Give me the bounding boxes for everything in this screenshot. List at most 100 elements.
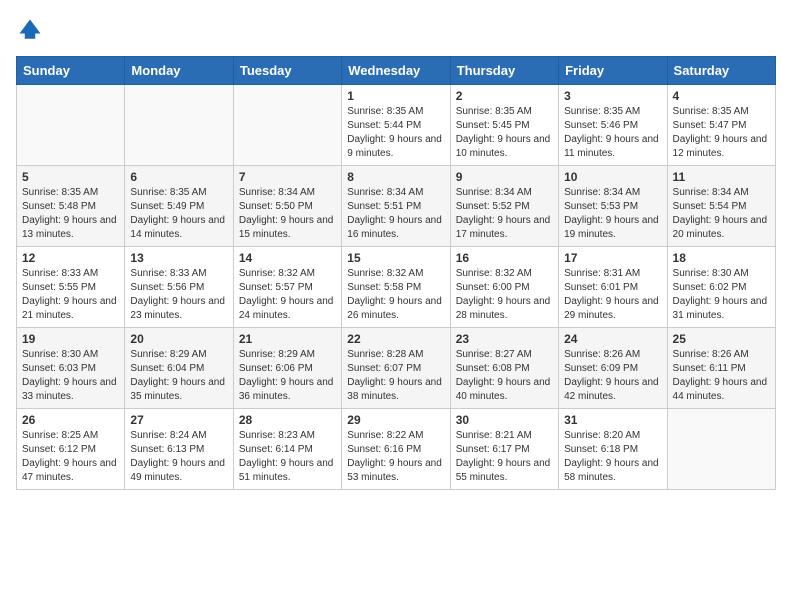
day-info: Sunrise: 8:35 AMSunset: 5:48 PMDaylight:… bbox=[22, 186, 119, 242]
calendar-week-row: 19 Sunrise: 8:30 AMSunset: 6:03 PMDaylig… bbox=[17, 328, 776, 409]
day-number: 7 bbox=[239, 170, 336, 184]
day-number: 22 bbox=[347, 332, 444, 346]
day-info: Sunrise: 8:35 AMSunset: 5:46 PMDaylight:… bbox=[564, 105, 661, 161]
day-number: 14 bbox=[239, 251, 336, 265]
day-info: Sunrise: 8:26 AMSunset: 6:09 PMDaylight:… bbox=[564, 348, 661, 404]
day-info: Sunrise: 8:20 AMSunset: 6:18 PMDaylight:… bbox=[564, 429, 661, 485]
calendar-cell: 23 Sunrise: 8:27 AMSunset: 6:08 PMDaylig… bbox=[450, 328, 558, 409]
day-info: Sunrise: 8:32 AMSunset: 5:57 PMDaylight:… bbox=[239, 267, 336, 323]
day-number: 17 bbox=[564, 251, 661, 265]
day-info: Sunrise: 8:30 AMSunset: 6:03 PMDaylight:… bbox=[22, 348, 119, 404]
day-number: 26 bbox=[22, 413, 119, 427]
day-number: 12 bbox=[22, 251, 119, 265]
calendar-cell bbox=[233, 85, 341, 166]
calendar-cell: 22 Sunrise: 8:28 AMSunset: 6:07 PMDaylig… bbox=[342, 328, 450, 409]
weekday-header-sunday: Sunday bbox=[17, 57, 125, 85]
day-number: 19 bbox=[22, 332, 119, 346]
calendar-cell: 11 Sunrise: 8:34 AMSunset: 5:54 PMDaylig… bbox=[667, 166, 775, 247]
calendar-cell: 1 Sunrise: 8:35 AMSunset: 5:44 PMDayligh… bbox=[342, 85, 450, 166]
calendar-cell: 27 Sunrise: 8:24 AMSunset: 6:13 PMDaylig… bbox=[125, 409, 233, 490]
day-number: 21 bbox=[239, 332, 336, 346]
calendar-week-row: 1 Sunrise: 8:35 AMSunset: 5:44 PMDayligh… bbox=[17, 85, 776, 166]
calendar-cell: 25 Sunrise: 8:26 AMSunset: 6:11 PMDaylig… bbox=[667, 328, 775, 409]
calendar-cell: 13 Sunrise: 8:33 AMSunset: 5:56 PMDaylig… bbox=[125, 247, 233, 328]
day-number: 16 bbox=[456, 251, 553, 265]
calendar-cell: 20 Sunrise: 8:29 AMSunset: 6:04 PMDaylig… bbox=[125, 328, 233, 409]
calendar-cell bbox=[667, 409, 775, 490]
weekday-header-wednesday: Wednesday bbox=[342, 57, 450, 85]
weekday-header-monday: Monday bbox=[125, 57, 233, 85]
calendar-cell bbox=[125, 85, 233, 166]
day-info: Sunrise: 8:35 AMSunset: 5:45 PMDaylight:… bbox=[456, 105, 553, 161]
day-info: Sunrise: 8:32 AMSunset: 5:58 PMDaylight:… bbox=[347, 267, 444, 323]
day-number: 29 bbox=[347, 413, 444, 427]
calendar-cell bbox=[17, 85, 125, 166]
day-info: Sunrise: 8:31 AMSunset: 6:01 PMDaylight:… bbox=[564, 267, 661, 323]
day-info: Sunrise: 8:33 AMSunset: 5:55 PMDaylight:… bbox=[22, 267, 119, 323]
day-number: 3 bbox=[564, 89, 661, 103]
logo bbox=[16, 16, 48, 44]
calendar-cell: 6 Sunrise: 8:35 AMSunset: 5:49 PMDayligh… bbox=[125, 166, 233, 247]
day-info: Sunrise: 8:29 AMSunset: 6:06 PMDaylight:… bbox=[239, 348, 336, 404]
day-number: 4 bbox=[673, 89, 770, 103]
day-number: 5 bbox=[22, 170, 119, 184]
day-info: Sunrise: 8:21 AMSunset: 6:17 PMDaylight:… bbox=[456, 429, 553, 485]
calendar-cell: 7 Sunrise: 8:34 AMSunset: 5:50 PMDayligh… bbox=[233, 166, 341, 247]
calendar-cell: 4 Sunrise: 8:35 AMSunset: 5:47 PMDayligh… bbox=[667, 85, 775, 166]
weekday-header-friday: Friday bbox=[559, 57, 667, 85]
day-info: Sunrise: 8:34 AMSunset: 5:54 PMDaylight:… bbox=[673, 186, 770, 242]
weekday-header-saturday: Saturday bbox=[667, 57, 775, 85]
day-number: 18 bbox=[673, 251, 770, 265]
calendar-cell: 12 Sunrise: 8:33 AMSunset: 5:55 PMDaylig… bbox=[17, 247, 125, 328]
day-info: Sunrise: 8:24 AMSunset: 6:13 PMDaylight:… bbox=[130, 429, 227, 485]
day-info: Sunrise: 8:34 AMSunset: 5:52 PMDaylight:… bbox=[456, 186, 553, 242]
calendar-week-row: 26 Sunrise: 8:25 AMSunset: 6:12 PMDaylig… bbox=[17, 409, 776, 490]
day-info: Sunrise: 8:25 AMSunset: 6:12 PMDaylight:… bbox=[22, 429, 119, 485]
day-number: 31 bbox=[564, 413, 661, 427]
calendar-cell: 18 Sunrise: 8:30 AMSunset: 6:02 PMDaylig… bbox=[667, 247, 775, 328]
day-number: 23 bbox=[456, 332, 553, 346]
calendar-week-row: 5 Sunrise: 8:35 AMSunset: 5:48 PMDayligh… bbox=[17, 166, 776, 247]
weekday-header-tuesday: Tuesday bbox=[233, 57, 341, 85]
page-header bbox=[16, 16, 776, 44]
calendar-cell: 26 Sunrise: 8:25 AMSunset: 6:12 PMDaylig… bbox=[17, 409, 125, 490]
logo-icon bbox=[16, 16, 44, 44]
day-number: 11 bbox=[673, 170, 770, 184]
calendar-cell: 15 Sunrise: 8:32 AMSunset: 5:58 PMDaylig… bbox=[342, 247, 450, 328]
day-info: Sunrise: 8:35 AMSunset: 5:47 PMDaylight:… bbox=[673, 105, 770, 161]
calendar-week-row: 12 Sunrise: 8:33 AMSunset: 5:55 PMDaylig… bbox=[17, 247, 776, 328]
day-info: Sunrise: 8:27 AMSunset: 6:08 PMDaylight:… bbox=[456, 348, 553, 404]
calendar-cell: 3 Sunrise: 8:35 AMSunset: 5:46 PMDayligh… bbox=[559, 85, 667, 166]
day-info: Sunrise: 8:34 AMSunset: 5:50 PMDaylight:… bbox=[239, 186, 336, 242]
day-number: 10 bbox=[564, 170, 661, 184]
calendar-cell: 24 Sunrise: 8:26 AMSunset: 6:09 PMDaylig… bbox=[559, 328, 667, 409]
day-info: Sunrise: 8:32 AMSunset: 6:00 PMDaylight:… bbox=[456, 267, 553, 323]
day-info: Sunrise: 8:29 AMSunset: 6:04 PMDaylight:… bbox=[130, 348, 227, 404]
calendar-cell: 29 Sunrise: 8:22 AMSunset: 6:16 PMDaylig… bbox=[342, 409, 450, 490]
day-number: 25 bbox=[673, 332, 770, 346]
day-number: 27 bbox=[130, 413, 227, 427]
day-number: 13 bbox=[130, 251, 227, 265]
day-number: 8 bbox=[347, 170, 444, 184]
calendar-cell: 10 Sunrise: 8:34 AMSunset: 5:53 PMDaylig… bbox=[559, 166, 667, 247]
day-number: 30 bbox=[456, 413, 553, 427]
day-number: 28 bbox=[239, 413, 336, 427]
calendar-cell: 30 Sunrise: 8:21 AMSunset: 6:17 PMDaylig… bbox=[450, 409, 558, 490]
day-number: 20 bbox=[130, 332, 227, 346]
calendar-cell: 17 Sunrise: 8:31 AMSunset: 6:01 PMDaylig… bbox=[559, 247, 667, 328]
day-number: 9 bbox=[456, 170, 553, 184]
day-info: Sunrise: 8:30 AMSunset: 6:02 PMDaylight:… bbox=[673, 267, 770, 323]
calendar-header-row: SundayMondayTuesdayWednesdayThursdayFrid… bbox=[17, 57, 776, 85]
calendar-cell: 14 Sunrise: 8:32 AMSunset: 5:57 PMDaylig… bbox=[233, 247, 341, 328]
calendar-cell: 19 Sunrise: 8:30 AMSunset: 6:03 PMDaylig… bbox=[17, 328, 125, 409]
day-number: 2 bbox=[456, 89, 553, 103]
calendar-cell: 31 Sunrise: 8:20 AMSunset: 6:18 PMDaylig… bbox=[559, 409, 667, 490]
calendar-cell: 21 Sunrise: 8:29 AMSunset: 6:06 PMDaylig… bbox=[233, 328, 341, 409]
weekday-header-thursday: Thursday bbox=[450, 57, 558, 85]
calendar-table: SundayMondayTuesdayWednesdayThursdayFrid… bbox=[16, 56, 776, 490]
calendar-cell: 9 Sunrise: 8:34 AMSunset: 5:52 PMDayligh… bbox=[450, 166, 558, 247]
calendar-cell: 16 Sunrise: 8:32 AMSunset: 6:00 PMDaylig… bbox=[450, 247, 558, 328]
day-info: Sunrise: 8:26 AMSunset: 6:11 PMDaylight:… bbox=[673, 348, 770, 404]
day-info: Sunrise: 8:22 AMSunset: 6:16 PMDaylight:… bbox=[347, 429, 444, 485]
calendar-cell: 5 Sunrise: 8:35 AMSunset: 5:48 PMDayligh… bbox=[17, 166, 125, 247]
